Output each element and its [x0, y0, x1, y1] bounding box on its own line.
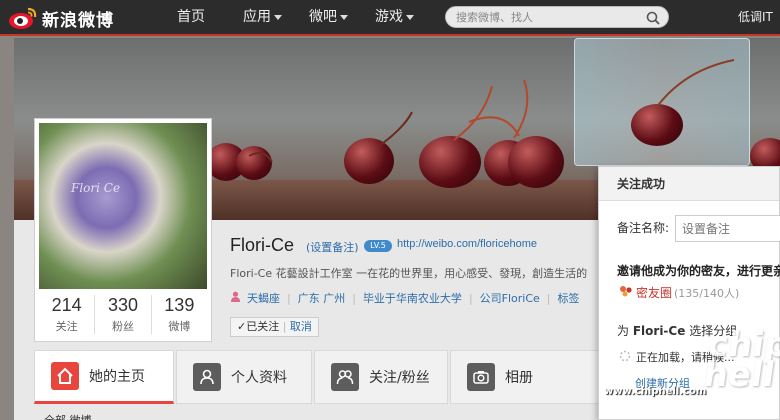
tab-label: 她的主页 — [89, 369, 145, 385]
count-label: 微博 — [168, 320, 191, 333]
unfollow-link[interactable]: 取消 — [290, 320, 312, 333]
nav-games[interactable]: 游戏 — [375, 0, 414, 36]
count-value: 330 — [107, 295, 139, 315]
posts-count[interactable]: 139 微博 — [152, 295, 207, 334]
city-link[interactable]: 广东 广州 — [298, 292, 346, 305]
search-icon[interactable] — [646, 10, 660, 29]
close-friends-label: 密友圈 — [636, 286, 673, 300]
tags-link[interactable]: 标签 — [558, 290, 580, 306]
set-remark-link[interactable]: (设置备注) — [306, 239, 359, 255]
search-box — [445, 6, 669, 28]
followed-label: 已关注 — [246, 320, 280, 333]
close-friends-option[interactable]: 密友圈 (135/140人) — [619, 284, 739, 301]
top-navigation-bar: 新浪微博 首页 应用 微吧 游戏 低调IT — [0, 0, 780, 36]
city-text: 广东 广州 — [298, 290, 346, 306]
tab-label: 个人资料 — [231, 370, 287, 386]
remark-label: 备注名称: — [617, 221, 670, 235]
feed-filter[interactable]: 全部 微博 — [44, 412, 92, 420]
watermark-url: www.chiphell.com — [604, 386, 707, 397]
nav-apps-label: 应用 — [243, 9, 271, 25]
tab-label: 相册 — [505, 370, 533, 386]
divider: | — [279, 320, 290, 333]
profile-counts: 214 关注 330 粉丝 139 微博 — [39, 295, 207, 334]
home-icon — [51, 362, 79, 390]
tab-album[interactable]: 相册 — [450, 350, 600, 404]
avatar[interactable]: Flori Ce — [39, 123, 207, 289]
weibo-logo[interactable]: 新浪微博 — [8, 5, 114, 31]
invite-text: 邀请他成为你的密友，进行更亲 — [617, 264, 780, 278]
homepage-link[interactable]: http://weibo.com/floricehome — [397, 238, 537, 250]
divider: | — [352, 291, 356, 305]
site-watermark: chip hell www.chiphell.com — [600, 325, 780, 420]
close-friends-icon — [619, 285, 633, 300]
weibo-eye-icon — [8, 6, 38, 30]
people-icon — [331, 363, 359, 391]
zodiac-link[interactable]: 天蝎座 — [247, 290, 280, 306]
remark-input[interactable] — [675, 215, 780, 242]
chevron-down-icon — [274, 14, 282, 20]
followers-count[interactable]: 330 粉丝 — [95, 295, 152, 334]
school-link[interactable]: 毕业于华南农业大学 — [363, 290, 462, 306]
avatar-watermark: Flori Ce — [71, 181, 121, 195]
chevron-down-icon — [406, 14, 414, 20]
count-label: 关注 — [55, 320, 78, 333]
nav-micro[interactable]: 微吧 — [309, 0, 348, 36]
person-icon — [193, 363, 221, 391]
company-link[interactable]: 公司FloriCe — [480, 290, 540, 306]
watermark-logo: chip hell — [701, 325, 780, 395]
camera-icon — [467, 363, 495, 391]
close-friends-capacity: (135/140人) — [674, 286, 740, 300]
tab-label: 关注/粉丝 — [369, 370, 430, 386]
profile-tabs: 她的主页 个人资料 关注/粉丝 相册 — [34, 350, 600, 406]
chevron-down-icon — [340, 14, 348, 20]
brand-name: 新浪微博 — [42, 10, 114, 31]
nav-games-label: 游戏 — [375, 9, 403, 25]
divider: | — [546, 291, 551, 305]
count-label: 粉丝 — [111, 320, 134, 333]
person-icon — [230, 291, 241, 305]
count-value: 139 — [164, 295, 195, 315]
divider: | — [287, 291, 291, 305]
check-icon: ✓ — [237, 320, 247, 333]
following-count[interactable]: 214 关注 — [39, 295, 96, 334]
level-badge[interactable]: LV.5 — [364, 240, 392, 252]
search-input[interactable] — [456, 9, 636, 25]
profile-bio: Flori-Ce 花藝設計工作室 一在花的世界里，用心感受、發現，創造生活的 — [230, 267, 588, 280]
follow-status: ✓已关注 | 取消 — [230, 317, 319, 337]
user-name-link[interactable]: 低调IT — [738, 0, 773, 34]
profile-name: Flori-Ce — [230, 235, 295, 255]
nav-home[interactable]: 首页 — [177, 0, 205, 36]
tab-follows[interactable]: 关注/粉丝 — [314, 350, 448, 404]
divider: | — [468, 291, 473, 305]
nav-apps[interactable]: 应用 — [243, 0, 282, 36]
profile-meta: 天蝎座 | 广东 广州 | 毕业于华南农业大学 | 公司FloriCe | 标签 — [230, 290, 600, 306]
dialog-title: 关注成功 — [599, 167, 779, 201]
count-value: 214 — [51, 295, 82, 315]
nav-micro-label: 微吧 — [309, 9, 337, 25]
tab-home[interactable]: 她的主页 — [34, 350, 174, 404]
tab-profile[interactable]: 个人资料 — [176, 350, 312, 404]
avatar-card: Flori Ce 214 关注 330 粉丝 139 微博 — [34, 118, 212, 342]
